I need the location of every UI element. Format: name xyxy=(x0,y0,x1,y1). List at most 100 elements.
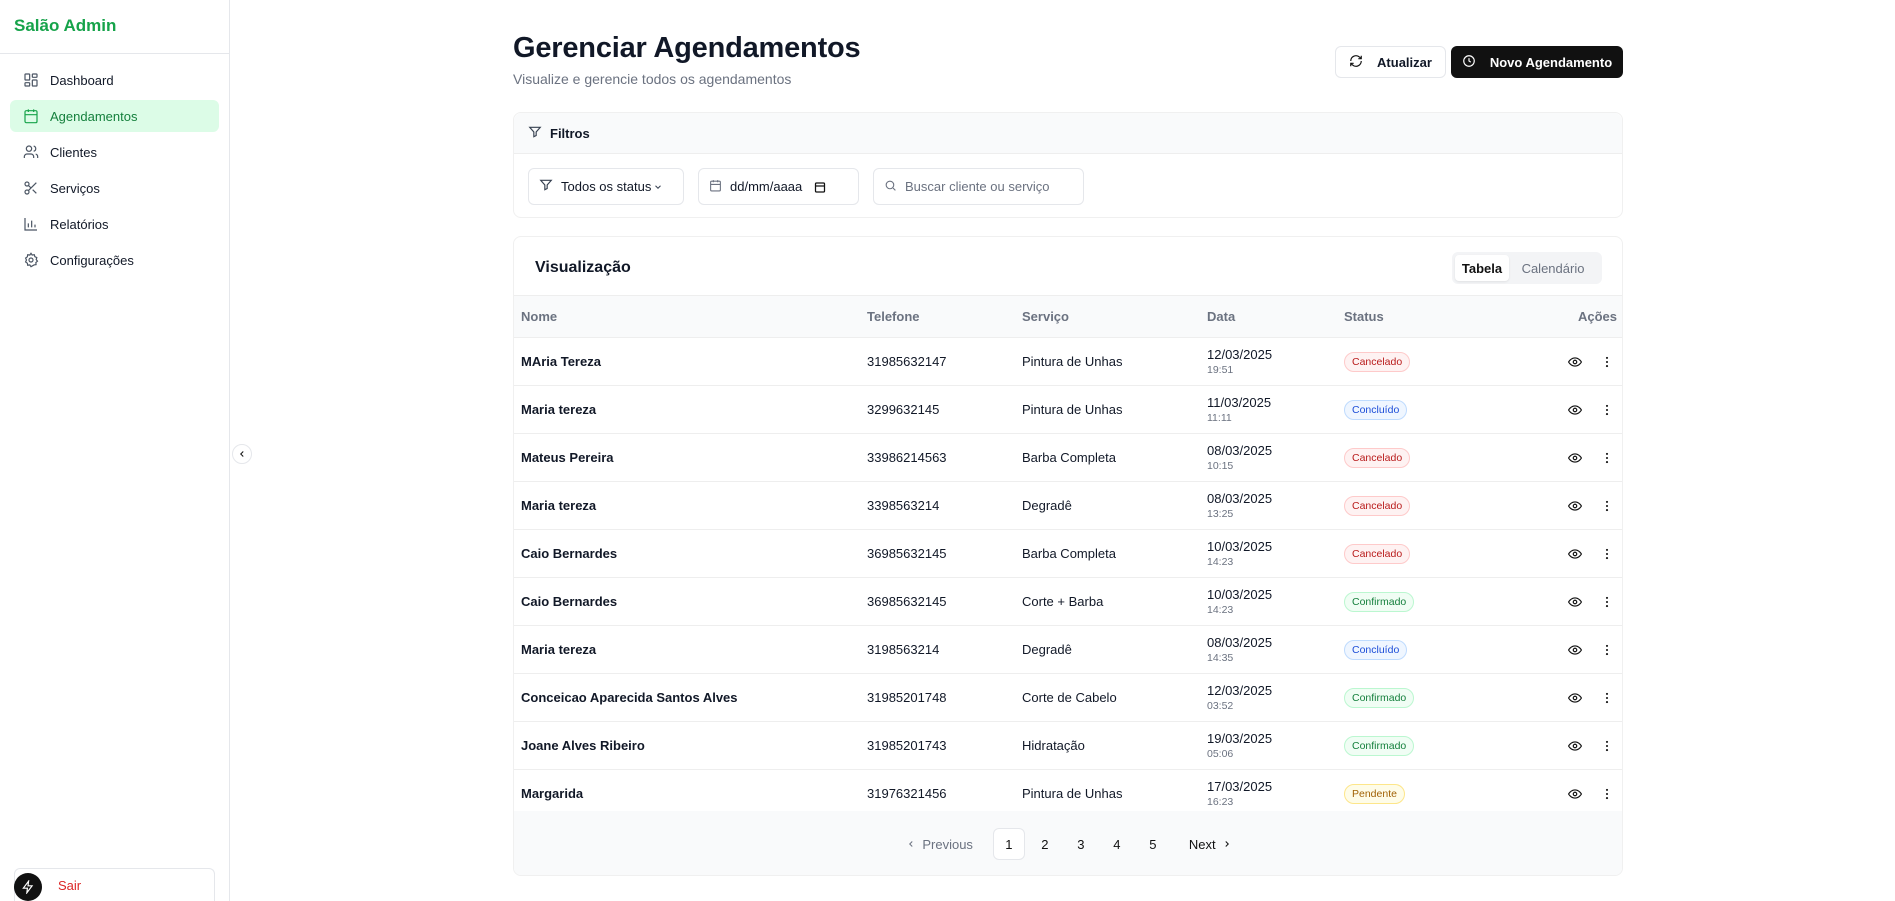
collapse-sidebar-button[interactable] xyxy=(232,444,252,464)
page-5-button[interactable]: 5 xyxy=(1137,828,1169,860)
table-header-row: Nome Telefone Serviço Data Status Ações xyxy=(514,295,1622,338)
cell-date: 11/03/2025 xyxy=(1207,395,1272,410)
cell-nome: MAria Tereza xyxy=(521,354,601,369)
cell-status: Confirmado xyxy=(1344,674,1544,722)
scissors-icon xyxy=(22,179,40,197)
more-options-icon[interactable] xyxy=(1600,451,1614,465)
search-input[interactable] xyxy=(905,179,1065,194)
cell-servico: Barba Completa xyxy=(1022,546,1116,561)
previous-page-button[interactable]: Previous xyxy=(896,828,983,860)
column-header-nome[interactable]: Nome xyxy=(514,296,867,338)
more-options-icon[interactable] xyxy=(1600,691,1614,705)
page-2-button[interactable]: 2 xyxy=(1029,828,1061,860)
tab-tabela[interactable]: Tabela xyxy=(1455,255,1509,281)
new-appointment-button[interactable]: Novo Agendamento xyxy=(1451,46,1623,78)
cell-servico: Hidratação xyxy=(1022,738,1085,753)
sidebar-item-label: Agendamentos xyxy=(50,108,138,124)
table-row[interactable]: Maria tereza 3198563214 Degradê 08/03/2025 1… xyxy=(514,626,1622,674)
table-row[interactable]: Maria tereza 3398563214 Degradê 08/03/2025 1… xyxy=(514,482,1622,530)
sidebar-item-configuracoes[interactable]: Configurações xyxy=(10,244,219,276)
view-eye-icon[interactable] xyxy=(1568,643,1582,657)
page-1-button[interactable]: 1 xyxy=(992,828,1025,860)
cell-telefone: 31985632147 xyxy=(867,354,947,369)
cell-telefone: 3299632145 xyxy=(867,402,940,417)
cell-nome: Maria tereza xyxy=(521,642,597,657)
bolt-icon[interactable] xyxy=(14,873,42,901)
sidebar-item-servicos[interactable]: Serviços xyxy=(10,172,219,204)
cell-time: 14:23 xyxy=(1207,604,1234,616)
table-row[interactable]: Conceicao Aparecida Santos Alves 31985201… xyxy=(514,674,1622,722)
view-eye-icon[interactable] xyxy=(1568,595,1582,609)
sidebar-item-agendamentos[interactable]: Agendamentos xyxy=(10,100,219,132)
page-3-button[interactable]: 3 xyxy=(1065,828,1097,860)
table-row[interactable]: Maria tereza 3299632145 Pintura de Unhas 11… xyxy=(514,386,1622,434)
view-eye-icon[interactable] xyxy=(1568,499,1582,513)
table-row[interactable]: Caio Bernardes 36985632145 Corte + Barba 10… xyxy=(514,578,1622,626)
sidebar-item-relatorios[interactable]: Relatórios xyxy=(10,208,219,240)
date-input[interactable]: dd/mm/aaaa xyxy=(698,168,859,205)
sidebar-item-clientes[interactable]: Clientes xyxy=(10,136,219,168)
calendar-icon xyxy=(22,107,40,125)
column-header-servico[interactable]: Serviço xyxy=(1022,296,1207,338)
search-field[interactable] xyxy=(873,168,1084,205)
column-header-status[interactable]: Status xyxy=(1344,296,1544,338)
cell-time: 03:52 xyxy=(1207,700,1234,712)
new-appointment-label: Novo Agendamento xyxy=(1489,54,1613,70)
more-options-icon[interactable] xyxy=(1600,547,1614,561)
more-options-icon[interactable] xyxy=(1600,499,1614,513)
tab-calendario[interactable]: Calendário xyxy=(1509,255,1597,281)
next-page-button[interactable]: Next xyxy=(1179,828,1242,860)
sidebar-item-dashboard[interactable]: Dashboard xyxy=(10,64,219,96)
more-options-icon[interactable] xyxy=(1600,739,1614,753)
table-row[interactable]: Mateus Pereira 33986214563 Barba Completa 0… xyxy=(514,434,1622,482)
status-badge: Confirmado xyxy=(1344,735,1415,756)
cell-acoes xyxy=(1544,338,1622,386)
sidebar-item-label: Dashboard xyxy=(50,72,114,88)
status-badge: Confirmado xyxy=(1344,591,1415,612)
refresh-icon xyxy=(1349,54,1377,71)
view-eye-icon[interactable] xyxy=(1568,691,1582,705)
status-badge: Pendente xyxy=(1344,783,1405,804)
view-eye-icon[interactable] xyxy=(1568,547,1582,561)
more-options-icon[interactable] xyxy=(1600,643,1614,657)
cell-time: 16:23 xyxy=(1207,796,1234,808)
status-badge: Cancelado xyxy=(1344,495,1411,516)
logout-button[interactable]: Sair xyxy=(14,868,215,901)
more-options-icon[interactable] xyxy=(1600,355,1614,369)
cell-acoes xyxy=(1544,578,1622,626)
filter-icon xyxy=(539,178,553,195)
view-eye-icon[interactable] xyxy=(1568,451,1582,465)
cell-nome: Caio Bernardes xyxy=(521,594,618,609)
page-4-button[interactable]: 4 xyxy=(1101,828,1133,860)
view-eye-icon[interactable] xyxy=(1568,787,1582,801)
cell-servico: Corte de Cabelo xyxy=(1022,690,1117,705)
brand-logo: Salão Admin xyxy=(0,0,229,54)
cell-acoes xyxy=(1544,674,1622,722)
status-badge: Confirmado xyxy=(1344,687,1415,708)
view-eye-icon[interactable] xyxy=(1568,355,1582,369)
table-body: MAria Tereza 31985632147 Pintura de Unhas 1… xyxy=(514,338,1622,818)
view-eye-icon[interactable] xyxy=(1568,739,1582,753)
cell-acoes xyxy=(1544,386,1622,434)
cell-time: 14:23 xyxy=(1207,556,1234,568)
column-header-telefone[interactable]: Telefone xyxy=(867,296,1022,338)
more-options-icon[interactable] xyxy=(1600,595,1614,609)
table-row[interactable]: MAria Tereza 31985632147 Pintura de Unhas 1… xyxy=(514,338,1622,386)
cell-servico: Pintura de Unhas xyxy=(1022,402,1123,417)
cell-nome: Conceicao Aparecida Santos Alves xyxy=(521,690,738,705)
refresh-button[interactable]: Atualizar xyxy=(1335,46,1446,78)
cell-time: 14:35 xyxy=(1207,652,1234,664)
more-options-icon[interactable] xyxy=(1600,403,1614,417)
more-options-icon[interactable] xyxy=(1600,787,1614,801)
cell-acoes xyxy=(1544,530,1622,578)
cell-servico: Corte + Barba xyxy=(1022,594,1104,609)
next-label: Next xyxy=(1188,836,1216,852)
table-row[interactable]: Joane Alves Ribeiro 31985201743 Hidratação… xyxy=(514,722,1622,770)
table-row[interactable]: Caio Bernardes 36985632145 Barba Completa 1… xyxy=(514,530,1622,578)
status-select[interactable]: Todos os status xyxy=(528,168,684,205)
column-header-data[interactable]: Data xyxy=(1207,296,1344,338)
date-picker-icon[interactable] xyxy=(814,181,826,193)
cell-date: 12/03/2025 xyxy=(1207,347,1273,362)
view-eye-icon[interactable] xyxy=(1568,403,1582,417)
cell-status: Cancelado xyxy=(1344,482,1544,530)
